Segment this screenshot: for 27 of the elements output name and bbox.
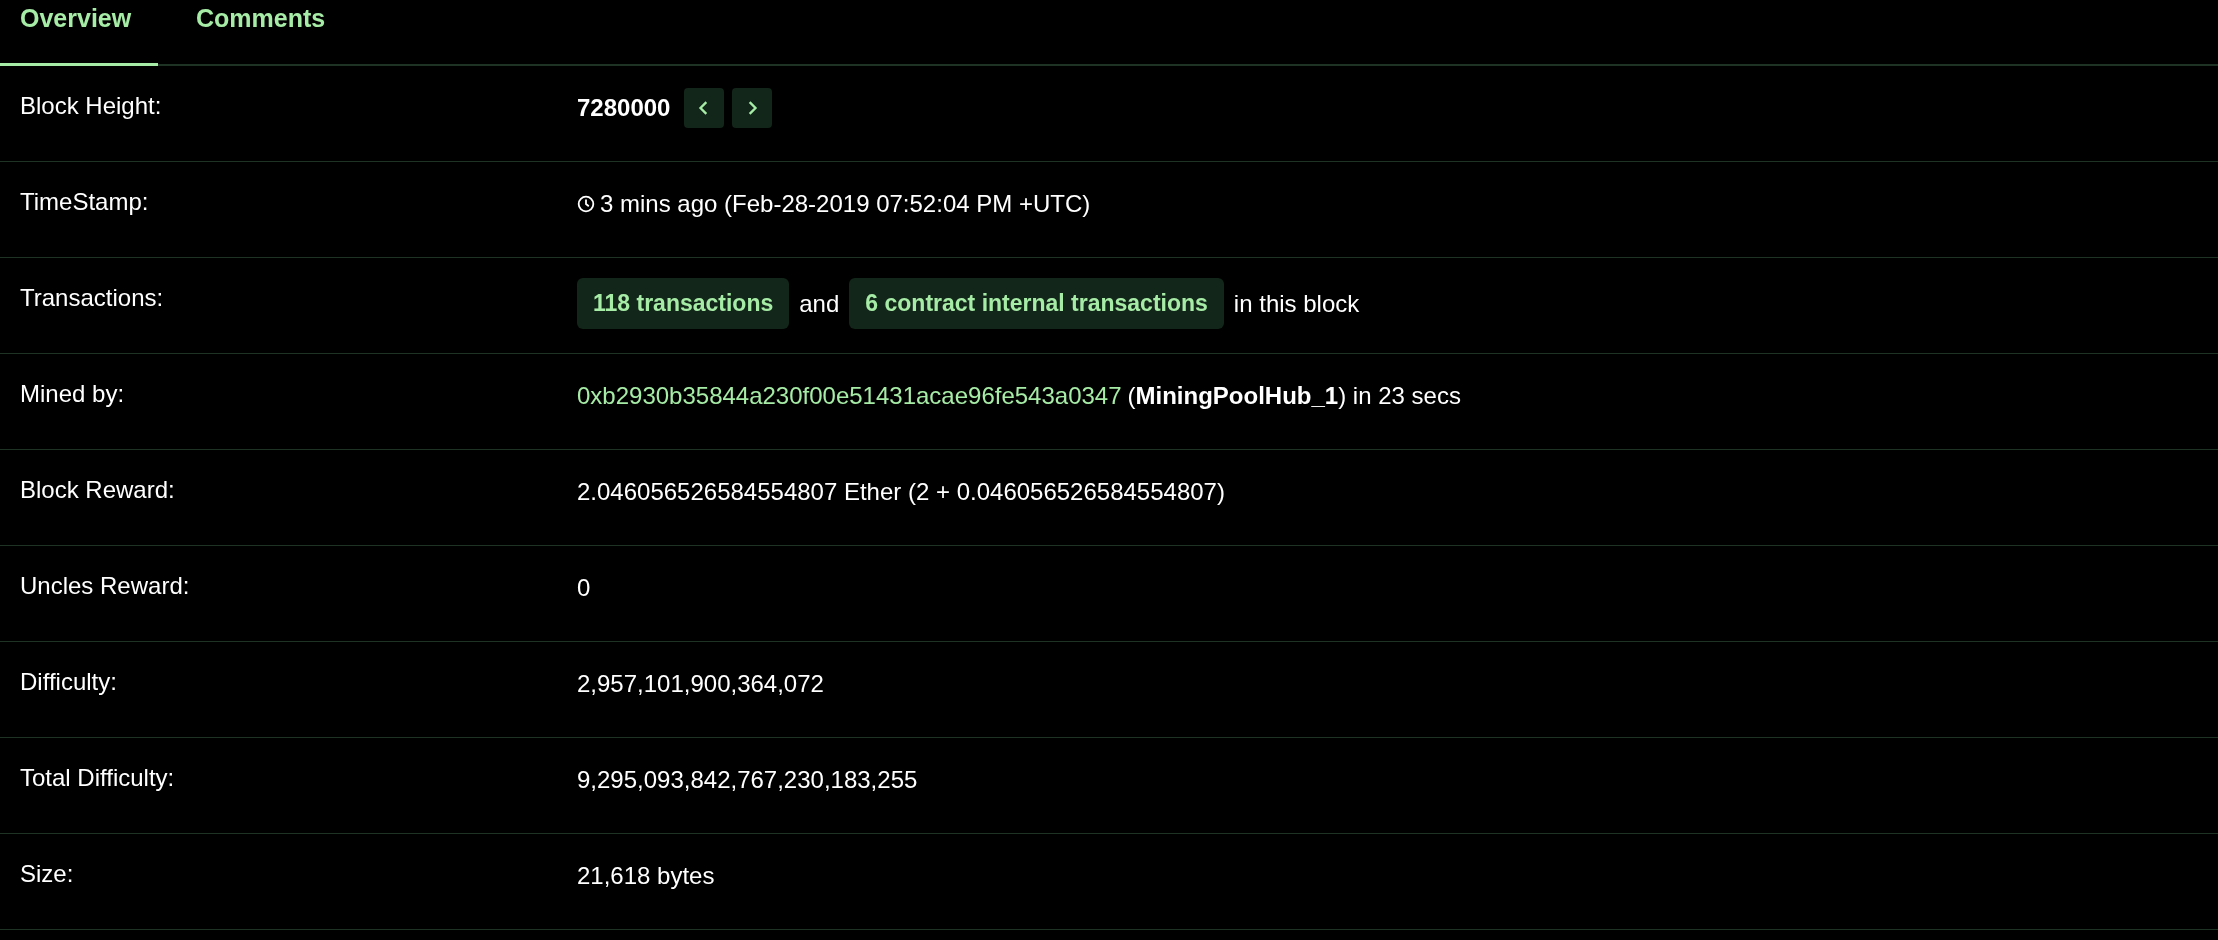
- field-label: Transactions:: [19, 283, 165, 312]
- timestamp-text: 3 mins ago (Feb-28-2019 07:52:04 PM +UTC): [600, 190, 1091, 218]
- miner-info-text: (MiningPoolHub_1) in 23 secs: [1127, 382, 1461, 410]
- field-label: Uncles Reward:: [19, 571, 191, 600]
- field-label: Block Reward:: [19, 475, 176, 504]
- field-value: 2,957,101,900,364,072: [577, 670, 824, 698]
- connector-text: and: [799, 289, 840, 318]
- internal-transactions-link[interactable]: 6 contract internal transactions: [849, 278, 1224, 329]
- clock-icon: [577, 195, 595, 213]
- field-value: 2.046056526584554807 Ether (2 + 0.046056526584554807): [577, 478, 1225, 506]
- suffix-text: in this block: [1233, 289, 1360, 318]
- field-label: Total Difficulty:: [19, 763, 176, 792]
- field-label: Block Height:: [19, 91, 163, 120]
- field-value: 0: [577, 574, 591, 602]
- previous-block-button[interactable]: [684, 88, 725, 128]
- tab[interactable]: Comments: [158, 0, 346, 66]
- tab[interactable]: Overview: [0, 0, 158, 66]
- miner-address-link[interactable]: 0xb2930b35844a230f00e51431acae96fe543a0347: [577, 382, 1122, 410]
- next-block-button[interactable]: [732, 88, 773, 128]
- field-value: 21,618 bytes: [577, 862, 715, 890]
- field-label: Difficulty:: [19, 667, 118, 696]
- transactions-link[interactable]: 118 transactions: [577, 278, 790, 329]
- field-label: Mined by:: [19, 379, 126, 408]
- field-value: 9,295,093,842,767,230,183,255: [577, 766, 918, 794]
- field-label: Size:: [19, 859, 75, 888]
- field-label: TimeStamp:: [19, 187, 150, 216]
- block-number: 7280000: [577, 94, 671, 122]
